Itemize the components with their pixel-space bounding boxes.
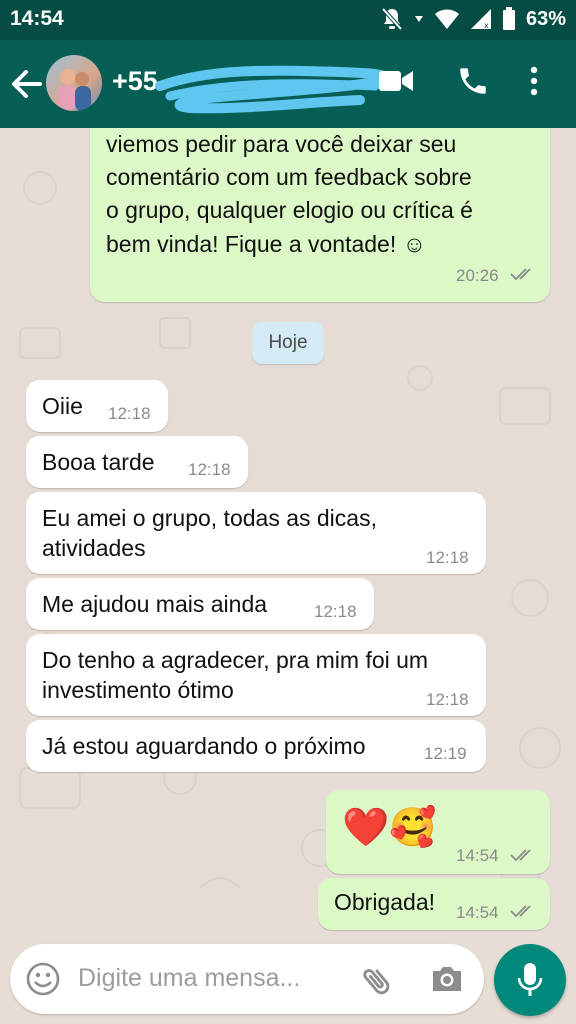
read-ticks-icon <box>510 268 531 281</box>
message-text: Obrigada! <box>334 889 436 915</box>
back-arrow-icon[interactable] <box>10 64 44 104</box>
read-ticks-icon <box>510 849 531 862</box>
read-ticks-icon <box>510 905 531 918</box>
message-text: Eu amei o grupo, todas as dicas, <box>42 505 377 531</box>
phone-icon[interactable] <box>456 64 490 98</box>
message-text: Me ajudou mais ainda <box>42 591 268 617</box>
more-options-icon[interactable] <box>530 66 538 96</box>
signal-arrow-icon <box>414 16 423 22</box>
emoji-icon[interactable] <box>26 962 60 996</box>
message-text: comentário com um feedback sobre <box>106 164 472 190</box>
message-text: Oiie <box>42 393 83 419</box>
message-input[interactable]: Digite uma mensa... <box>78 964 300 993</box>
message-time: 12:18 <box>426 690 469 709</box>
status-icons: x 63% <box>380 6 566 32</box>
message-emoji: ❤️🥰 <box>342 807 437 849</box>
message-bubble-incoming[interactable]: Oiie 12:18 <box>26 380 168 432</box>
date-divider: Hoje <box>252 322 324 364</box>
message-time: 14:54 <box>456 846 499 865</box>
message-text: o grupo, qualquer elogio ou crítica é <box>106 197 473 223</box>
microphone-icon <box>517 963 543 996</box>
message-time: 12:18 <box>108 404 151 423</box>
message-time: 14:54 <box>456 903 499 922</box>
camera-icon[interactable] <box>430 964 464 994</box>
message-bubble-incoming[interactable]: Me ajudou mais ainda 12:18 <box>26 578 374 630</box>
attach-icon[interactable] <box>360 964 394 998</box>
message-text: Booa tarde <box>42 449 155 475</box>
cell-signal-icon: x <box>470 9 491 30</box>
message-bubble-outgoing[interactable]: ❤️🥰 14:54 <box>326 790 550 874</box>
message-time: 20:26 <box>456 266 499 285</box>
message-bubble-incoming[interactable]: Do tenho a agradecer, pra mim foi um inv… <box>26 634 486 716</box>
message-time: 12:18 <box>188 460 231 479</box>
battery-percent: 63% <box>525 7 566 30</box>
redaction-scribble <box>155 65 391 114</box>
battery-icon <box>502 7 515 30</box>
contact-avatar[interactable] <box>46 55 102 111</box>
message-text: Do tenho a agradecer, pra mim foi um <box>42 647 429 673</box>
message-time: 12:18 <box>426 548 469 567</box>
video-call-icon[interactable] <box>378 66 414 96</box>
notifications-off-icon <box>381 7 403 31</box>
message-text: bem vinda! Fique a vontade! ☺ <box>106 231 427 257</box>
voice-record-button[interactable] <box>494 944 566 1016</box>
message-text: atividades <box>42 535 146 561</box>
status-time: 14:54 <box>10 7 64 30</box>
message-text: Já estou aguardando o próximo <box>42 733 366 759</box>
message-bubble-incoming[interactable]: Eu amei o grupo, todas as dicas, ativida… <box>26 492 486 574</box>
chat-header: +55 <box>0 40 576 128</box>
status-bar: 14:54 x 63% <box>0 0 576 40</box>
svg-text:x: x <box>484 21 489 30</box>
message-composer[interactable]: Digite uma mensa... <box>10 944 484 1014</box>
message-time: 12:19 <box>424 744 467 763</box>
message-time: 12:18 <box>314 602 357 621</box>
chat-area[interactable]: viemos pedir para você deixar seu coment… <box>0 128 576 944</box>
message-text: viemos pedir para você deixar seu <box>106 131 457 157</box>
message-bubble-incoming[interactable]: Booa tarde 12:18 <box>26 436 248 488</box>
message-text: investimento ótimo <box>42 677 234 703</box>
message-bubble-incoming[interactable]: Já estou aguardando o próximo 12:19 <box>26 720 486 772</box>
message-bubble-outgoing[interactable]: viemos pedir para você deixar seu coment… <box>90 128 550 302</box>
wifi-icon <box>434 9 459 29</box>
message-bubble-outgoing[interactable]: Obrigada! 14:54 <box>318 878 550 930</box>
